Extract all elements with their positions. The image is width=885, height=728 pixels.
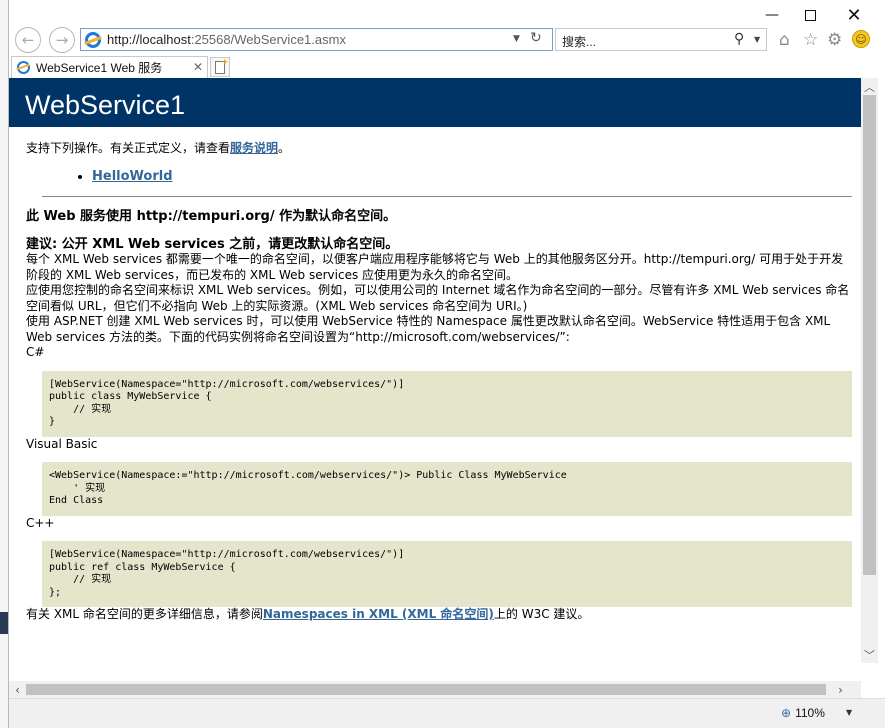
footer-prefix: 有关 XML 命名空间的更多详细信息，请参阅 bbox=[26, 607, 263, 621]
namespaces-in-xml-link[interactable]: Namespaces in XML (XML 命名空间) bbox=[263, 607, 494, 621]
navigation-bar: ← → http://localhost:25568/WebService1.a… bbox=[9, 24, 885, 56]
namespace-heading: 此 Web 服务使用 http://tempuri.org/ 作为默认命名空间。 bbox=[26, 209, 397, 224]
divider bbox=[42, 196, 852, 197]
paragraph-1: 每个 XML Web services 都需要一个唯一的命名空间，以便客户端应用… bbox=[26, 252, 844, 282]
new-tab-spark-icon: ✦ bbox=[221, 58, 229, 68]
search-dropdown-icon[interactable]: ▼ bbox=[754, 35, 760, 44]
tab-close-icon[interactable]: ✕ bbox=[193, 60, 203, 74]
address-path: :25568/WebService1.asmx bbox=[190, 32, 346, 47]
new-tab-button[interactable]: ✦ bbox=[210, 57, 230, 77]
vertical-scrollbar[interactable]: ︿ ﹀ bbox=[861, 78, 878, 663]
back-button[interactable]: ← bbox=[15, 27, 41, 53]
horizontal-scrollbar[interactable]: ‹ › bbox=[9, 681, 861, 698]
intro-text: 支持下列操作。有关正式定义，请查看服务说明。 bbox=[26, 141, 852, 157]
favorites-star-icon[interactable]: ☆ bbox=[803, 30, 818, 50]
page-title: WebService1 bbox=[25, 90, 186, 120]
background-editor-stripe bbox=[0, 612, 8, 634]
scroll-up-icon[interactable]: ︿ bbox=[861, 78, 878, 95]
browser-window: — ✕ ← → http://localhost:25568/WebServic… bbox=[8, 0, 885, 728]
cpp-code-block: [WebService(Namespace="http://microsoft.… bbox=[42, 541, 852, 607]
refresh-icon[interactable]: ↻ bbox=[530, 30, 542, 46]
status-bar: ⊕ 110% ▼ bbox=[9, 698, 885, 728]
background-editor-strip bbox=[0, 0, 8, 728]
minimize-icon: — bbox=[765, 7, 779, 23]
back-arrow-icon: ← bbox=[21, 31, 35, 49]
address-dropdown-icon[interactable]: ▼ bbox=[513, 34, 520, 44]
paragraph-3: 使用 ASP.NET 创建 XML Web services 时，可以使用 We… bbox=[26, 314, 831, 344]
maximize-icon bbox=[804, 9, 816, 21]
heading-bar: WebService1 bbox=[9, 78, 861, 127]
close-icon: ✕ bbox=[846, 4, 862, 26]
ie-page-icon bbox=[85, 31, 101, 48]
address-url[interactable]: http://localhost:25568/WebService1.asmx bbox=[107, 32, 346, 47]
scroll-right-icon[interactable]: › bbox=[832, 681, 849, 698]
csharp-code-block: [WebService(Namespace="http://microsoft.… bbox=[42, 370, 852, 437]
paragraph-2: 应使用您控制的命名空间来标识 XML Web services。例如，可以使用公… bbox=[26, 283, 850, 313]
page-content: 支持下列操作。有关正式定义，请查看服务说明。 HelloWorld 此 Web … bbox=[26, 141, 852, 623]
service-description-link[interactable]: 服务说明 bbox=[230, 141, 278, 155]
address-bar[interactable]: http://localhost:25568/WebService1.asmx … bbox=[80, 28, 553, 51]
operations-list: HelloWorld bbox=[92, 169, 852, 185]
scroll-left-icon[interactable]: ‹ bbox=[9, 681, 26, 698]
vertical-scroll-thumb[interactable] bbox=[863, 95, 876, 575]
footer-suffix: 上的 W3C 建议。 bbox=[493, 607, 590, 621]
csharp-label: C# bbox=[26, 345, 45, 359]
operation-link-helloworld[interactable]: HelloWorld bbox=[92, 169, 173, 184]
ie-tab-icon bbox=[17, 61, 30, 74]
zoom-magnifier-icon: ⊕ bbox=[781, 706, 792, 720]
list-item: HelloWorld bbox=[92, 169, 852, 185]
scroll-down-icon[interactable]: ﹀ bbox=[861, 646, 878, 663]
intro-suffix: 。 bbox=[278, 141, 291, 155]
intro-prefix: 支持下列操作。有关正式定义，请查看 bbox=[26, 141, 231, 155]
forward-arrow-icon: → bbox=[55, 31, 69, 49]
vb-code-block: <WebService(Namespace:="http://microsoft… bbox=[42, 462, 852, 516]
zoom-dropdown-icon[interactable]: ▼ bbox=[846, 708, 852, 717]
address-host: http://localhost bbox=[107, 32, 191, 47]
zoom-control[interactable]: ⊕ 110% bbox=[781, 706, 825, 720]
tab-title: WebService1 Web 服务 bbox=[36, 61, 163, 75]
search-input[interactable]: 搜索... bbox=[562, 33, 596, 50]
smiley-feedback-icon[interactable]: ☺ bbox=[852, 30, 870, 48]
forward-button[interactable]: → bbox=[49, 27, 75, 53]
horizontal-scroll-thumb[interactable] bbox=[26, 684, 826, 695]
home-icon[interactable]: ⌂ bbox=[779, 30, 790, 50]
search-icon[interactable]: ⚲ bbox=[734, 31, 744, 47]
vb-label: Visual Basic bbox=[26, 436, 98, 451]
gear-icon[interactable]: ⚙ bbox=[827, 30, 842, 50]
footer-text: 有关 XML 命名空间的更多详细信息，请参阅Namespaces in XML … bbox=[26, 607, 852, 623]
recommend-heading: 建议: 公开 XML Web services 之前，请更改默认命名空间。 bbox=[26, 236, 399, 252]
tab-webservice1[interactable]: WebService1 Web 服务 ✕ bbox=[11, 56, 208, 78]
zoom-level: 110% bbox=[795, 706, 825, 720]
cpp-label: C++ bbox=[26, 515, 55, 530]
tab-bar: WebService1 Web 服务 ✕ ✦ bbox=[9, 56, 885, 78]
page-viewport: WebService1 支持下列操作。有关正式定义，请查看服务说明。 Hello… bbox=[9, 78, 869, 681]
search-box[interactable]: 搜索... ⚲ ▼ bbox=[555, 28, 767, 51]
